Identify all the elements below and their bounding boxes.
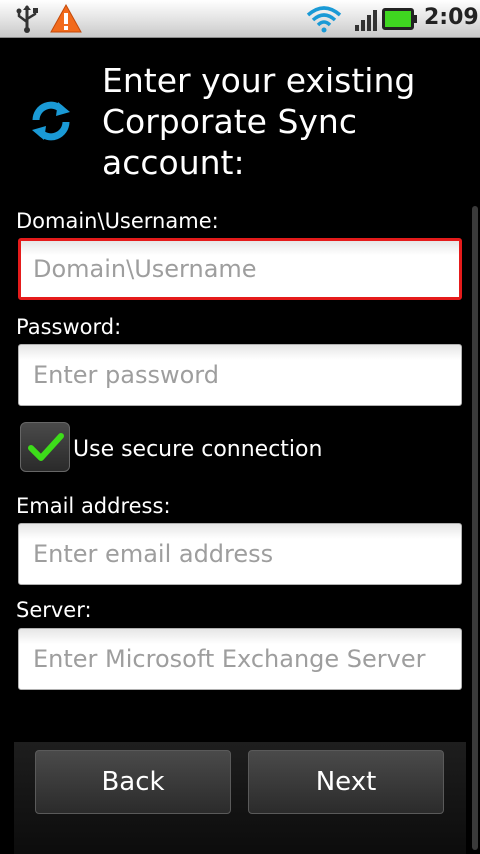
secure-connection-label[interactable]: Use secure connection [73, 437, 322, 462]
scrollbar[interactable] [472, 206, 478, 850]
next-button[interactable]: Next [248, 750, 444, 814]
button-bar: Back Next [14, 742, 466, 854]
username-input[interactable] [33, 255, 447, 283]
page-header: Enter your existing Corporate Sync accou… [0, 38, 480, 200]
username-label: Domain\Username: [16, 209, 219, 233]
signal-icon [354, 8, 378, 36]
battery-icon [382, 8, 418, 34]
server-input[interactable] [33, 645, 447, 673]
secure-connection-checkbox[interactable] [20, 422, 70, 472]
back-button[interactable]: Back [35, 750, 231, 814]
username-field[interactable] [18, 238, 462, 300]
password-label: Password: [16, 315, 122, 339]
password-input[interactable] [33, 361, 447, 389]
email-input[interactable] [33, 540, 447, 568]
email-label: Email address: [16, 494, 171, 518]
server-field[interactable] [18, 628, 462, 690]
server-label: Server: [16, 598, 92, 622]
warning-icon [50, 3, 82, 37]
status-bar: 2:09 [0, 0, 480, 38]
page-title: Enter your existing Corporate Sync accou… [102, 61, 416, 182]
email-field[interactable] [18, 523, 462, 585]
wifi-icon [306, 5, 342, 37]
clock: 2:09 [424, 5, 479, 30]
password-field[interactable] [18, 344, 462, 406]
usb-icon [14, 4, 40, 38]
sync-icon [28, 98, 74, 148]
checkmark-icon [21, 433, 69, 475]
